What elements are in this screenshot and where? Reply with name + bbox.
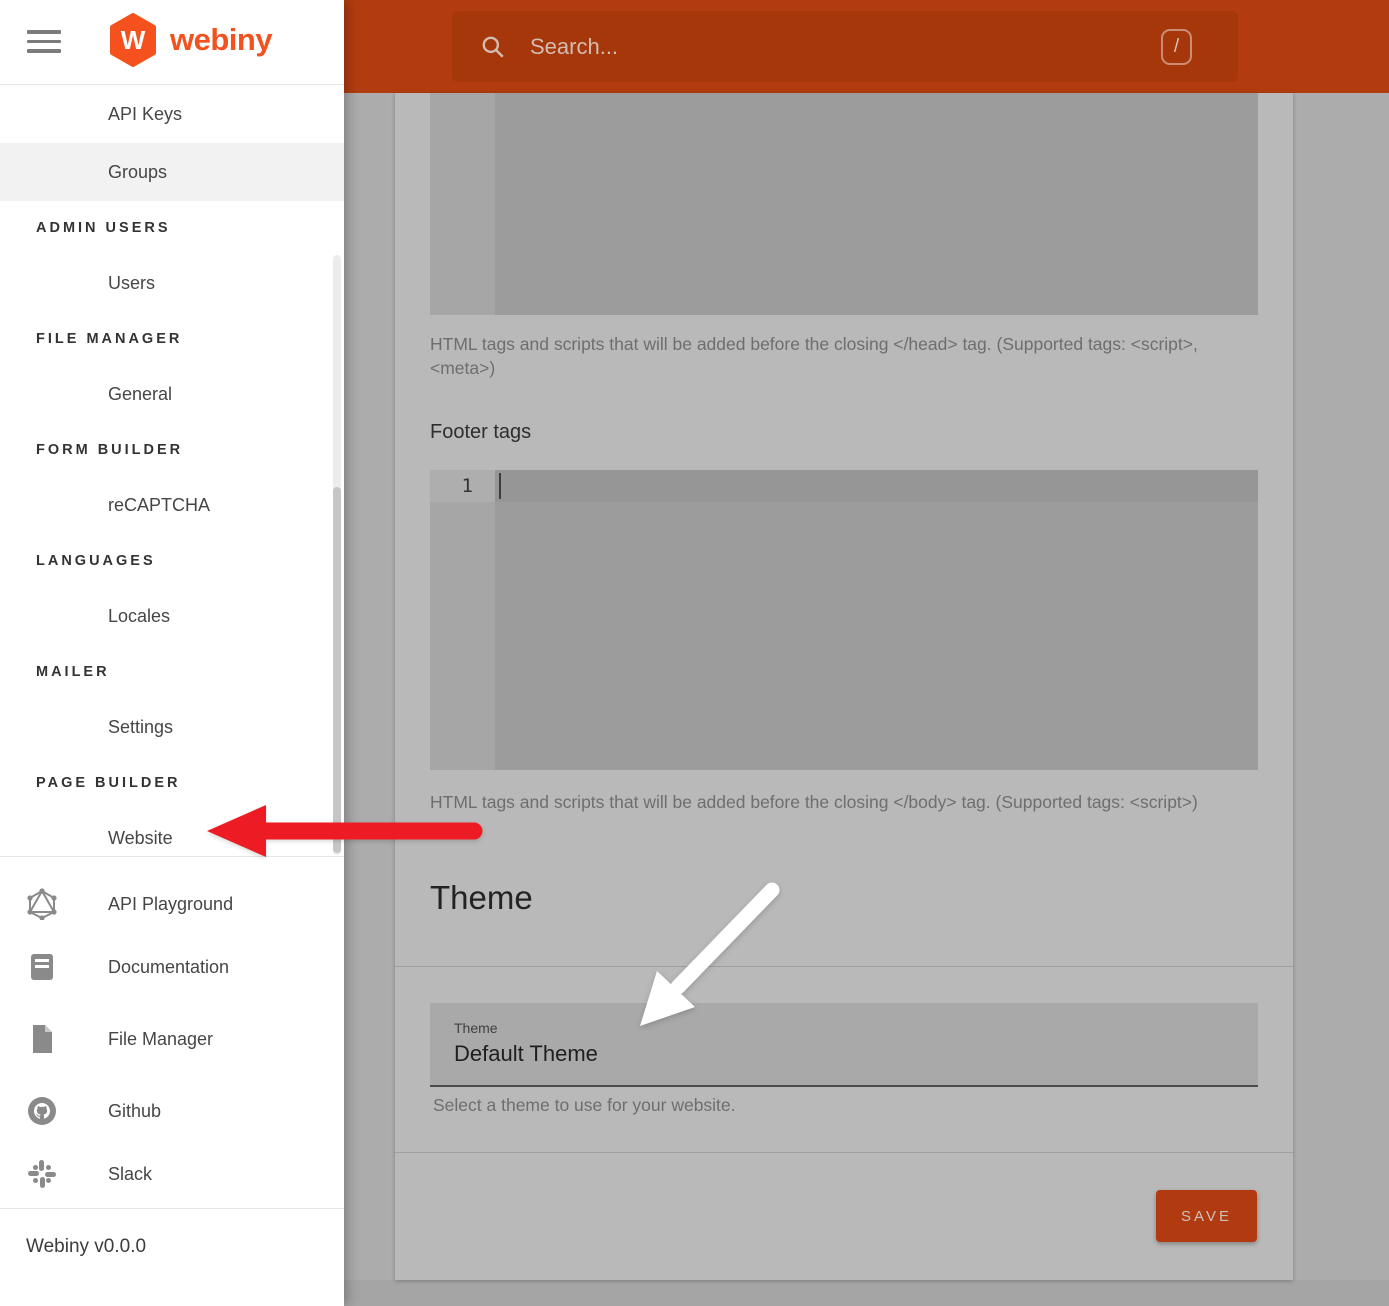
app-version-label: Webiny v0.0.0 [26, 1236, 146, 1258]
drawer-header: W webiny [0, 0, 344, 85]
global-search-bar[interactable]: / [452, 11, 1238, 82]
slack-icon [26, 1158, 58, 1190]
file-icon [26, 1023, 58, 1055]
svg-text:W: W [121, 25, 146, 55]
navigation-drawer: W webiny API Keys Groups ADMIN USERS Use… [0, 0, 344, 1306]
footer-tags-helper-text: HTML tags and scripts that will be added… [430, 791, 1260, 815]
sidebar-section-file-manager: FILE MANAGER [0, 312, 344, 365]
content-bottom-strip [344, 1280, 1389, 1306]
sidebar-link-github[interactable]: Github [0, 1087, 344, 1135]
sidebar-section-form-builder: FORM BUILDER [0, 423, 344, 476]
editor-active-line [430, 470, 1258, 502]
theme-select-field[interactable]: Theme Default Theme [430, 1003, 1258, 1087]
sidebar-item-settings[interactable]: Settings [0, 698, 344, 756]
menu-icon[interactable] [27, 30, 61, 53]
text-cursor [499, 473, 501, 499]
drawer-menu: API Keys Groups ADMIN USERS Users FILE M… [0, 85, 344, 867]
sidebar-link-documentation[interactable]: Documentation [0, 943, 344, 991]
search-input[interactable] [528, 33, 1161, 61]
sidebar-link-api-playground[interactable]: API Playground [0, 880, 344, 928]
sidebar-item-recaptcha[interactable]: reCAPTCHA [0, 476, 344, 534]
footer-tags-code-editor[interactable]: 1 [430, 470, 1258, 770]
editor-gutter [430, 470, 495, 770]
search-shortcut-badge: / [1161, 29, 1192, 65]
section-divider [395, 1152, 1293, 1153]
header-tags-code-editor[interactable] [430, 93, 1258, 315]
website-settings-card: HTML tags and scripts that will be added… [395, 93, 1293, 1280]
theme-section-heading: Theme [430, 879, 533, 917]
sidebar-link-file-manager[interactable]: File Manager [0, 1015, 344, 1063]
footer-tags-label: Footer tags [430, 421, 531, 444]
drawer-divider [0, 856, 344, 857]
drawer-divider [0, 1208, 344, 1209]
app-window: / HTML tags and scripts that will be add… [0, 0, 1389, 1306]
top-app-bar: / [344, 0, 1389, 93]
editor-gutter [430, 93, 495, 315]
graphql-icon [26, 888, 58, 920]
save-button[interactable]: SAVE [1156, 1190, 1257, 1242]
webiny-logo-icon: W [108, 13, 158, 67]
webiny-logo-text: webiny [170, 22, 272, 58]
theme-helper-text: Select a theme to use for your website. [433, 1095, 736, 1116]
github-icon [26, 1095, 58, 1127]
sidebar-item-users[interactable]: Users [0, 254, 344, 312]
sidebar-section-page-builder: PAGE BUILDER [0, 756, 344, 809]
webiny-logo[interactable]: W webiny [108, 13, 272, 67]
sidebar-item-website[interactable]: Website [0, 809, 344, 867]
sidebar-item-general[interactable]: General [0, 365, 344, 423]
header-tags-helper-text: HTML tags and scripts that will be added… [430, 333, 1260, 380]
search-icon [480, 34, 506, 60]
sidebar-section-mailer: MAILER [0, 645, 344, 698]
section-divider [395, 966, 1293, 967]
editor-line-number: 1 [430, 470, 495, 502]
sidebar-link-slack[interactable]: Slack [0, 1150, 344, 1198]
sidebar-item-api-keys[interactable]: API Keys [0, 85, 344, 143]
theme-select-value: Default Theme [454, 1041, 598, 1067]
sidebar-scrollbar-thumb[interactable] [333, 487, 341, 853]
book-icon [26, 951, 58, 983]
sidebar-section-languages: LANGUAGES [0, 534, 344, 587]
theme-select-label: Theme [454, 1020, 498, 1036]
sidebar-section-admin-users: ADMIN USERS [0, 201, 344, 254]
sidebar-item-groups[interactable]: Groups [0, 143, 344, 201]
sidebar-item-locales[interactable]: Locales [0, 587, 344, 645]
